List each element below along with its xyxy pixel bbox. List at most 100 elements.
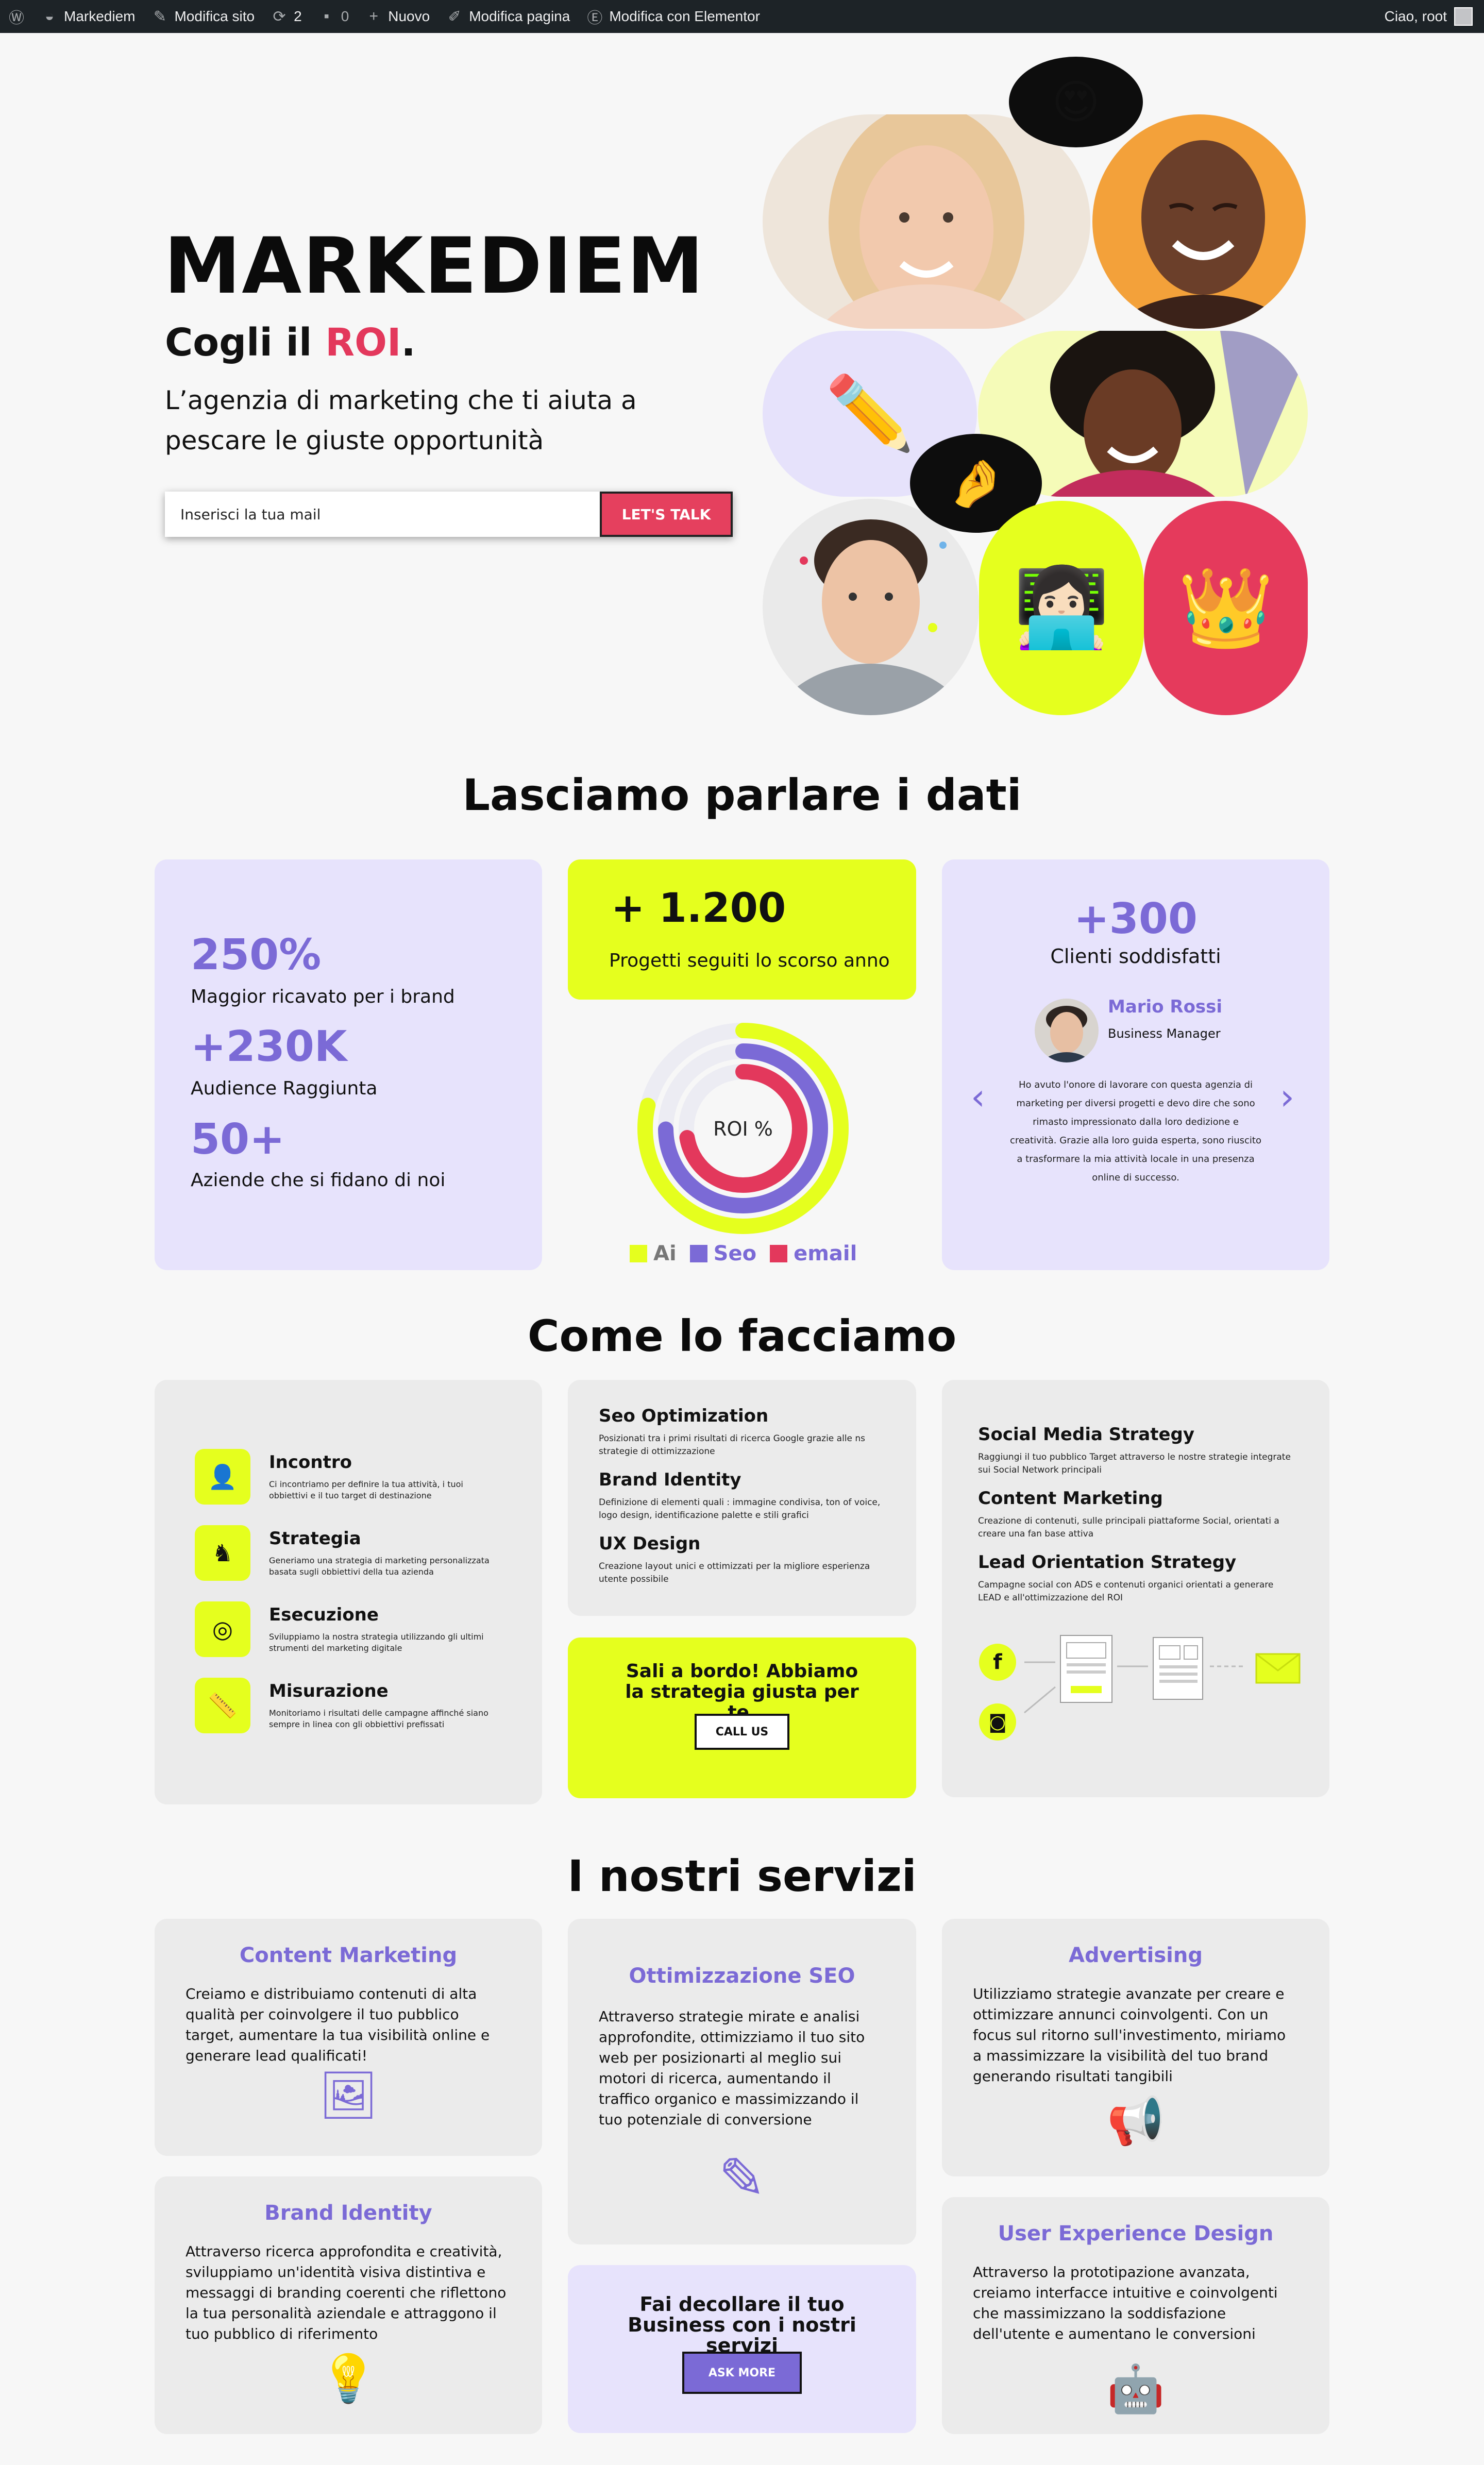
clients-label: Clienti soddisfatti (1050, 945, 1221, 968)
process-steps-card: 👤 Incontro Ci incontriamo per definire la… (155, 1380, 542, 1804)
service-title: Content Marketing (239, 1944, 458, 1967)
email-input[interactable]: Inserisci la tua mail (165, 506, 600, 523)
clients-card: +300 Clienti soddisfatti Mario Rossi Bus… (942, 859, 1329, 1270)
step-title: Strategia (269, 1528, 361, 1549)
plus-icon: + (369, 8, 379, 25)
services-overview-card: Seo Optimization Posizionati tra i primi… (568, 1380, 916, 1616)
roi-legend: Ai Seo email (630, 1242, 857, 1265)
block-title: UX Design (599, 1533, 701, 1554)
block-text: Creazione layout unici e ottimizzati per… (599, 1561, 870, 1584)
account-menu[interactable]: Ciao, root (1385, 7, 1484, 26)
stat-value: 50+ (191, 1115, 285, 1164)
step-text: Sviluppiamo la nostra strategia utilizza… (269, 1632, 484, 1653)
testimonial-role: Business Manager (1108, 1026, 1221, 1041)
crown-emoji-icon: 👑 (1177, 563, 1274, 653)
block-title: Lead Orientation Strategy (978, 1552, 1237, 1573)
service-card: Ottimizzazione SEO Attraverso strategie … (568, 1919, 916, 2244)
service-text: Attraverso strategie mirate e analisi ap… (599, 2008, 865, 2128)
facebook-icon: f (979, 1644, 1016, 1681)
roi-center-label: ROI % (713, 1118, 773, 1140)
service-title: Ottimizzazione SEO (629, 1964, 855, 1988)
clients-value: +300 (1074, 894, 1198, 943)
service-text: Attraverso ricerca approfondita e creati… (185, 2243, 507, 2342)
service-title: User Experience Design (998, 2222, 1274, 2245)
updates-link[interactable]: ⟳ 2 (263, 0, 310, 33)
testimonial-name: Mario Rossi (1108, 997, 1223, 1017)
brush-icon: ✎ (153, 8, 167, 25)
lets-talk-button[interactable]: LET'S TALK (600, 492, 733, 537)
wordpress-logo-button[interactable]: Ⓦ (0, 0, 33, 33)
new-content-link[interactable]: + Nuovo (357, 0, 438, 33)
block-text: Raggiungi il tuo pubblico Target attrave… (978, 1452, 1291, 1475)
service-text: Attraverso la prototipazione avanzata, c… (973, 2264, 1278, 2342)
hero-subtitle: Cogli il ROI. (165, 320, 416, 365)
smiling-woman-circle (1092, 114, 1306, 329)
pinched-fingers-icon: 🤌 (947, 456, 1005, 511)
man-portrait-image (1041, 1006, 1092, 1062)
service-card: User Experience Design Attraverso la pro… (942, 2197, 1329, 2434)
block-title: Seo Optimization (599, 1406, 769, 1426)
site-name-link[interactable]: ◒ Markediem (33, 0, 143, 33)
ask-more-button[interactable]: ASK MORE (682, 2352, 802, 2394)
edit-site-link[interactable]: ✎ Modifica sito (143, 0, 263, 33)
step-title: Misurazione (269, 1681, 389, 1701)
roi-highlight: ROI (325, 320, 401, 365)
process-step: 👤 Incontro Ci incontriamo per definire la… (195, 1449, 496, 1505)
step-title: Esecuzione (269, 1605, 379, 1625)
stat-value: +230K (191, 1022, 347, 1071)
megaphone-icon: 📢 (1106, 2094, 1165, 2148)
stats-card: 250% Maggior ricavato per i brand +230K … (155, 859, 542, 1270)
stat-value: 250% (191, 931, 322, 980)
pencil-icon: ✐ (448, 8, 461, 25)
carousel-next-arrow-icon[interactable]: › (1280, 1076, 1294, 1118)
woman-laptop-emoji-icon: 👩🏻‍💻 (1013, 563, 1110, 653)
projects-label: Progetti seguiti lo scorso anno (609, 950, 890, 971)
robot-icon: 🤖 (1106, 2362, 1165, 2416)
pencil-emoji-icon: ✏️ (824, 372, 915, 455)
legend-item-email: email (770, 1242, 857, 1265)
call-us-button[interactable]: CALL US (695, 1714, 789, 1750)
block-title: Content Marketing (978, 1488, 1163, 1509)
target-icon: ◎ (195, 1601, 250, 1657)
edit-page-link[interactable]: ✐ Modifica pagina (438, 0, 578, 33)
block-title: Social Media Strategy (978, 1424, 1195, 1445)
step-text: Monitoriamo i risultati delle campagne a… (269, 1708, 488, 1729)
lightbulb-icon: 💡 (319, 2352, 378, 2406)
step-title: Incontro (269, 1452, 352, 1473)
testimonial-avatar (1035, 999, 1099, 1062)
block-text: Creazione di contenuti, sulle principali… (978, 1516, 1279, 1539)
laptop-pill: 👩🏻‍💻 (979, 501, 1144, 715)
process-step: 📏 Misurazione Monitoriamo i risultati del… (195, 1678, 496, 1733)
roi-donut-chart: ROI % (637, 1023, 849, 1234)
legend-item-ai: Ai (630, 1242, 677, 1265)
service-card: Brand Identity Attraverso ricerca approf… (155, 2176, 542, 2434)
projects-card: + 1.200 Progetti seguiti lo scorso anno (568, 859, 916, 1000)
refresh-icon: ⟳ (273, 8, 286, 25)
woman-portrait-image (819, 114, 1034, 329)
ruler-icon: 📏 (195, 1678, 250, 1733)
comment-icon: ▪ (324, 8, 329, 25)
comments-link[interactable]: ▪ 0 (310, 0, 358, 33)
social-blocks: Social Media Strategy Raggiungi il tuo p… (978, 1424, 1297, 1616)
stat-label: Maggior ricavato per i brand (191, 986, 455, 1007)
edit-elementor-link[interactable]: Ⓔ Modifica con Elementor (578, 0, 768, 33)
carousel-prev-arrow-icon[interactable]: ‹ (971, 1076, 985, 1118)
hero-description: L’agenzia di marketing che ti aiuta a pe… (165, 385, 637, 455)
services-section-title: I nostri servizi (567, 1851, 917, 1901)
heart-eyes-bubble: 😍 (1009, 57, 1143, 147)
strategy-icon: ♞ (195, 1525, 250, 1581)
call-us-card: Sali a bordo! Abbiamo la strategia giust… (568, 1637, 916, 1798)
young-man-circle (763, 499, 979, 715)
heart-eyes-emoji-icon: 😍 (1052, 75, 1100, 129)
young-man-image (773, 519, 968, 715)
avatar (1454, 7, 1473, 26)
meeting-icon: 👤 (195, 1449, 250, 1505)
data-section-title: Lasciamo parlare i dati (462, 770, 1022, 820)
testimonial-text: Ho avuto l'onore di lavorare con questa … (1010, 1079, 1261, 1183)
image-icon: 🖼 (318, 2068, 378, 2122)
service-title: Advertising (1069, 1944, 1203, 1967)
instagram-icon: ◙ (979, 1703, 1016, 1741)
laughing-woman-image (1111, 140, 1295, 329)
block-text: Definizione di elementi quali : immagine… (599, 1497, 881, 1521)
palette-icon: ◒ (44, 8, 55, 25)
